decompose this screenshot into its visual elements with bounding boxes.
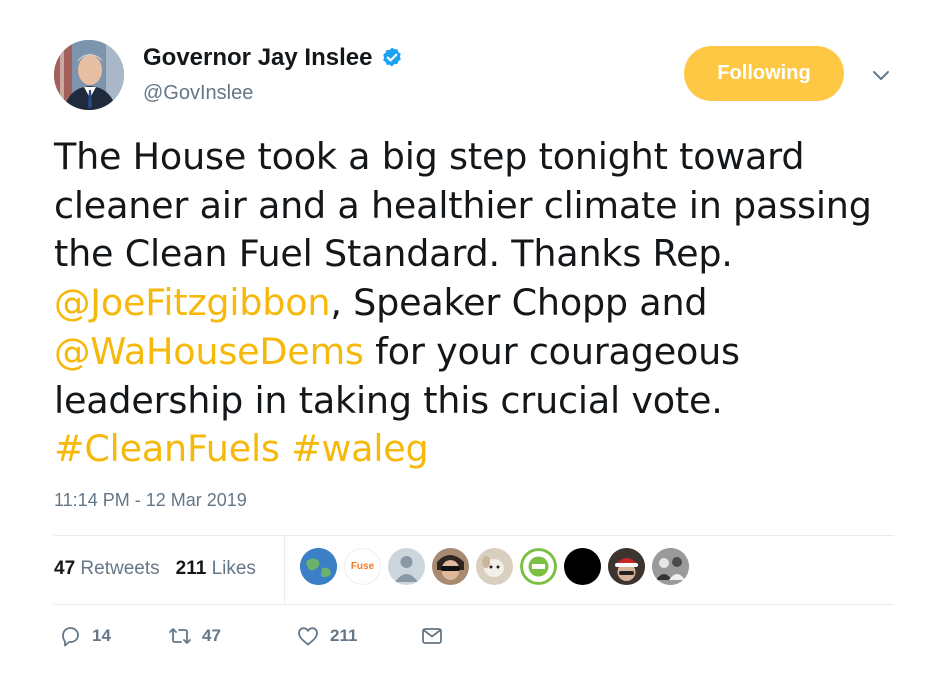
fuse-logo-icon[interactable]: Fuse [344, 548, 381, 585]
person-sunglasses-icon[interactable] [432, 548, 469, 585]
retweets-count: 47 [54, 558, 76, 579]
direct-message-button[interactable] [420, 624, 444, 648]
retweet-count: 47 [202, 626, 221, 645]
display-name-row[interactable]: Governor Jay Inslee [143, 44, 404, 72]
mention-link-joefitzgibbon[interactable]: @JoeFitzgibbon [54, 281, 331, 324]
tweet-text: The House took a big step tonight toward… [54, 133, 914, 474]
tweet-actions: 14 47 211 [58, 624, 444, 648]
divider [54, 604, 894, 605]
retweet-button[interactable]: 47 [168, 624, 296, 648]
verified-badge-icon [383, 47, 402, 67]
profile-photo-icon [54, 40, 124, 110]
following-button[interactable]: Following [684, 46, 844, 101]
retweets-stat[interactable]: 47 Retweets [54, 558, 160, 580]
divider [54, 535, 894, 536]
dog-avatar-icon[interactable] [476, 548, 513, 585]
like-count: 211 [330, 626, 358, 645]
fuse-logo-text: Fuse [350, 561, 375, 572]
tweet-line: , Speaker Chopp and [330, 281, 708, 325]
handle[interactable]: @GovInslee [143, 82, 253, 105]
reply-button[interactable]: 14 [58, 624, 168, 648]
likes-count: 211 [175, 558, 207, 579]
retweet-icon [169, 628, 191, 644]
tweet-line: leadership in taking this crucial vote. [54, 378, 723, 422]
globe-avatar-icon[interactable] [300, 548, 337, 585]
tweet-line: for your courageous [363, 329, 740, 373]
hashtag-link-cleanfuels[interactable]: #CleanFuels [54, 427, 280, 470]
likes-label: Likes [211, 558, 256, 579]
black-avatar-icon[interactable] [564, 548, 601, 585]
mention-link-wahousedems[interactable]: @WaHouseDems [54, 330, 364, 373]
reply-count: 14 [92, 626, 111, 645]
person-santa-hat-icon[interactable] [608, 548, 645, 585]
tweet-line: The House took a big step tonight toward [54, 135, 805, 178]
engagement-stats: 47 Retweets 211 Likes [54, 558, 256, 580]
envelope-icon [422, 628, 442, 644]
heart-icon [298, 627, 318, 646]
reply-icon [62, 627, 79, 647]
hashtag-link-waleg[interactable]: #waleg [291, 427, 429, 470]
avatar[interactable] [54, 40, 124, 110]
default-avatar-icon[interactable] [388, 548, 425, 585]
tweet-timestamp[interactable]: 11:14 PM - 12 Mar 2019 [54, 490, 247, 511]
like-button[interactable]: 211 [296, 624, 420, 648]
green-circle-logo-icon[interactable] [520, 548, 557, 585]
tweet-line: cleaner air and a healthier climate in p… [54, 183, 872, 227]
group-photo-icon[interactable] [652, 548, 689, 585]
display-name[interactable]: Governor Jay Inslee [143, 44, 372, 72]
stats-separator [284, 536, 285, 604]
likes-stat[interactable]: 211 Likes [176, 558, 256, 580]
tweet-line: the Clean Fuel Standard. Thanks Rep. [54, 232, 733, 276]
retweets-label: Retweets [80, 558, 160, 579]
chevron-down-icon[interactable] [868, 62, 894, 88]
liker-avatars: Fuse [300, 548, 689, 585]
